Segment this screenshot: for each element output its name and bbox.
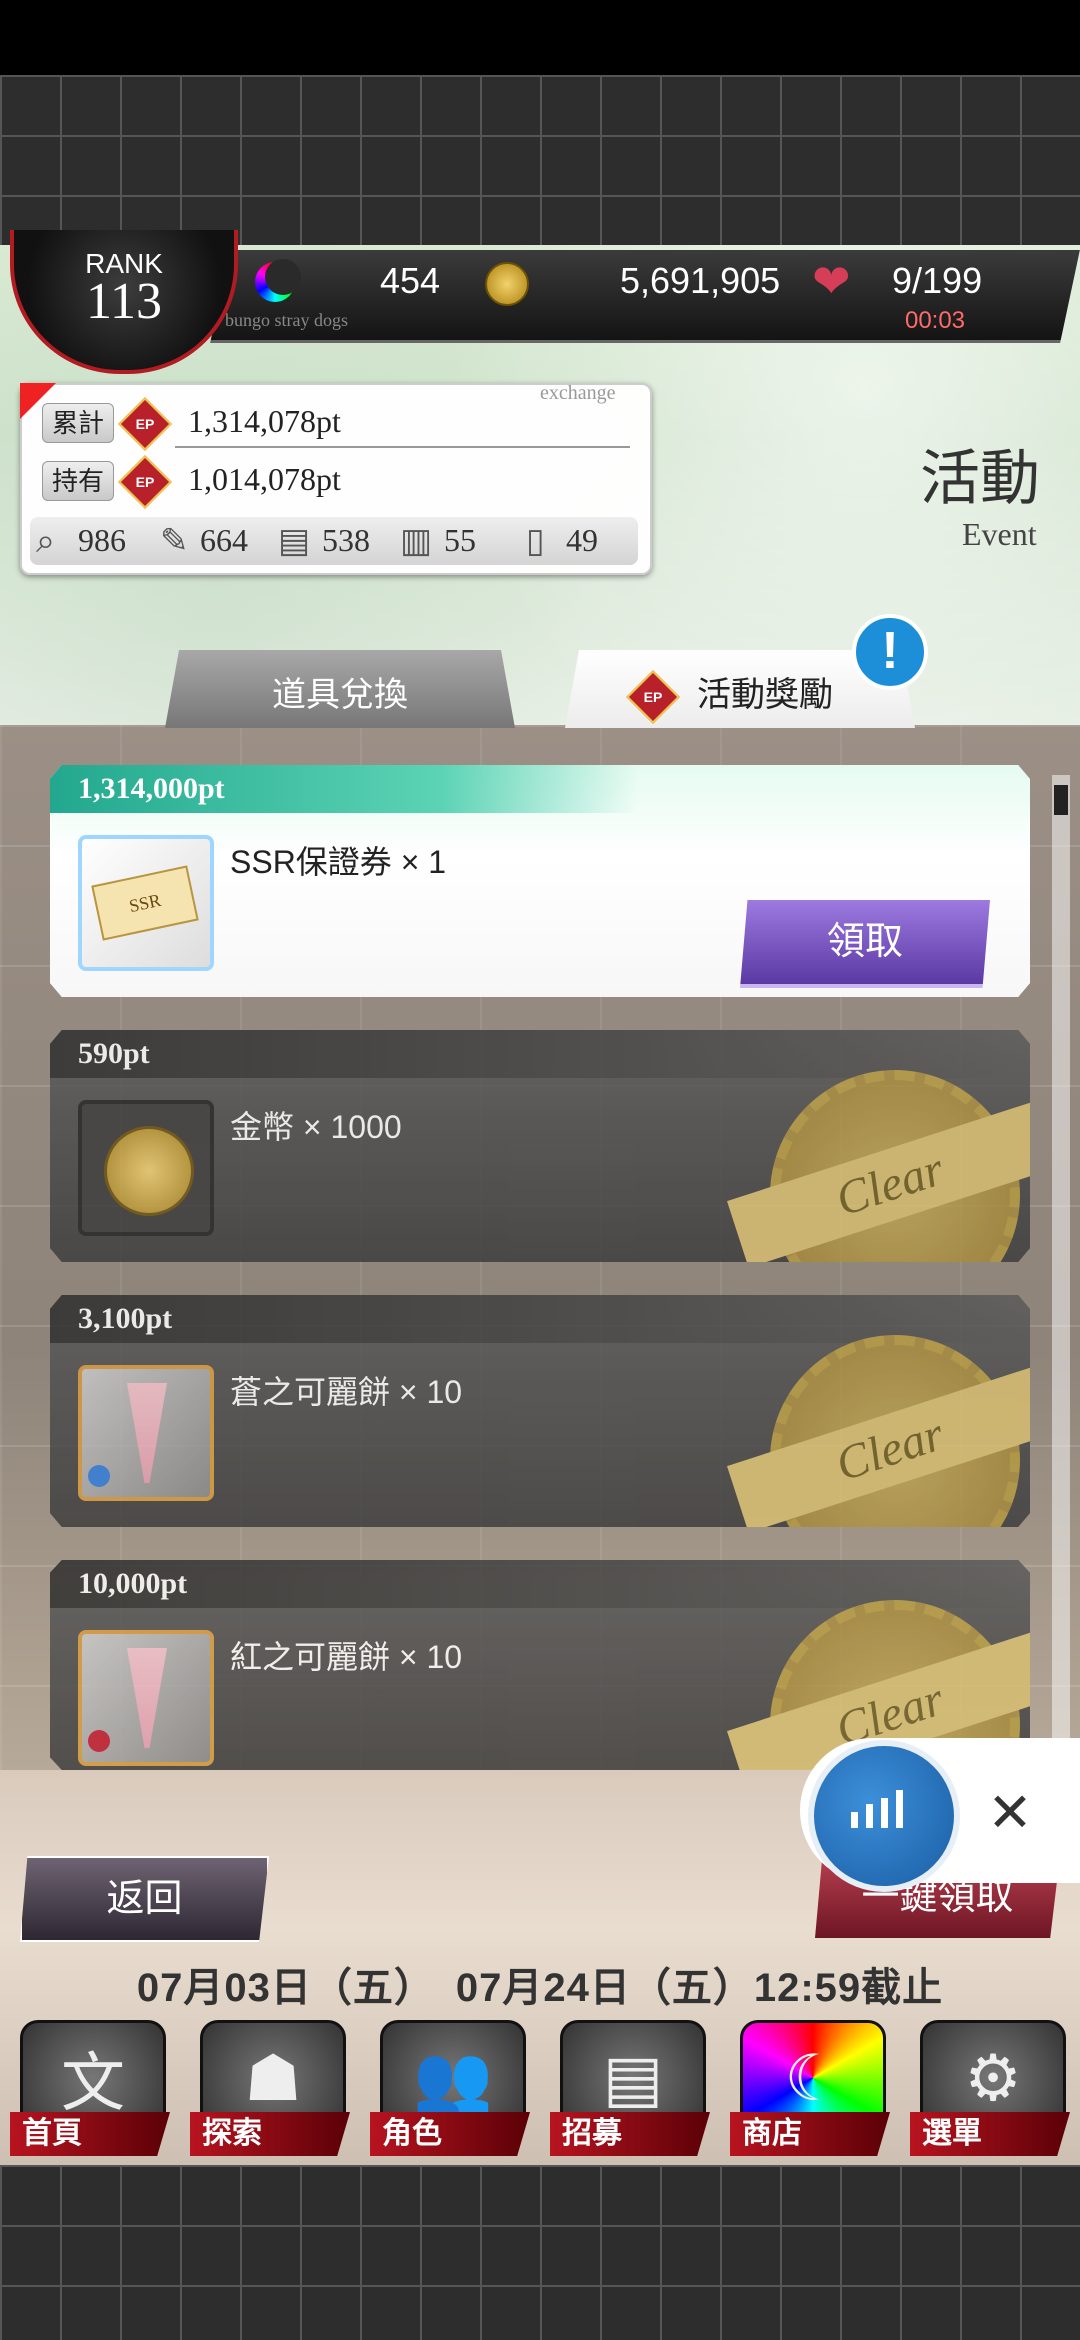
scroll-count: 55	[444, 522, 476, 558]
nav-home-label: 首頁	[10, 2112, 170, 2156]
nav-explore-label: 探索	[190, 2112, 350, 2156]
tab-event-rewards-label: 活動獎勵	[697, 676, 833, 714]
nav-characters[interactable]: 👥 角色	[370, 2020, 530, 2160]
top-grid-background	[0, 75, 1080, 245]
nav-shop[interactable]: ☾ 商店	[730, 2020, 890, 2160]
alert-badge: !	[852, 614, 928, 690]
blue-crepe-icon	[78, 1365, 214, 1501]
magnifier-count: 986	[78, 522, 126, 558]
ssr-ticket-icon: SSR	[78, 835, 214, 971]
held-points-value: 1,014,078pt	[188, 461, 341, 497]
page-title: 活動	[920, 444, 1040, 514]
scroll-icon: ▥	[400, 522, 433, 560]
page-subtitle: Event	[962, 516, 1037, 552]
scrollbar-track[interactable]	[1052, 775, 1070, 1770]
coin-count: 5,691,905	[620, 260, 781, 301]
reward-name: 紅之可麗餅 × 10	[230, 1639, 463, 1675]
stamina-count: 9/199	[892, 260, 983, 301]
reward-name: 蒼之可麗餅 × 10	[230, 1374, 463, 1410]
nav-recruit-label: 招募	[550, 2112, 710, 2156]
red-crepe-icon	[78, 1630, 214, 1766]
nav-explore[interactable]: ☗ 探索	[190, 2020, 350, 2160]
nav-home[interactable]: 文 首頁	[10, 2020, 170, 2160]
tab-items-exchange[interactable]: 道具兌換	[165, 650, 515, 728]
nav-menu-label: 選單	[910, 2112, 1070, 2156]
audio-bars-icon	[851, 1790, 903, 1828]
total-points-value: 1,314,078pt	[188, 403, 341, 439]
reward-card: 1,314,000pt SSR SSR保證券 × 1 領取	[50, 765, 1030, 997]
scrollbar-thumb[interactable]	[1054, 785, 1068, 815]
reward-points: 1,314,000pt	[50, 765, 1030, 813]
exchange-label: exchange	[540, 382, 616, 404]
reward-name: SSR保證券 × 1	[230, 844, 447, 880]
book-icon: ▤	[278, 522, 311, 560]
back-button[interactable]: 返回	[20, 1856, 269, 1942]
gold-coin-icon	[78, 1100, 214, 1236]
moon-gem-count: 454	[380, 260, 441, 301]
nav-characters-label: 角色	[370, 2112, 530, 2156]
brush-icon: ✎	[160, 522, 189, 560]
heart-icon: ❤	[812, 255, 851, 307]
nav-shop-label: 商店	[730, 2112, 890, 2156]
held-points-label: 持有	[42, 461, 114, 501]
reward-card: 3,100pt 蒼之可麗餅 × 10 Clear	[50, 1295, 1030, 1527]
magnifier-icon: ⌕	[36, 522, 56, 560]
total-points-label: 累計	[42, 403, 114, 443]
milk-icon: ▯	[526, 522, 545, 560]
game-subtitle: bungo stray dogs	[225, 310, 348, 330]
milk-count: 49	[566, 522, 598, 558]
bottom-grid-background	[0, 2165, 1080, 2340]
divider	[175, 446, 630, 448]
rank-value: 113	[85, 273, 163, 330]
coin-icon	[485, 262, 529, 306]
status-bar	[0, 0, 1080, 75]
close-icon[interactable]: ✕	[985, 1786, 1035, 1840]
nav-recruit[interactable]: ▤ 招募	[550, 2020, 710, 2160]
brush-count: 664	[200, 522, 248, 558]
reward-card: 590pt 金幣 × 1000 Clear	[50, 1030, 1030, 1262]
claim-button[interactable]: 領取	[740, 900, 990, 988]
event-period: 07月03日（五） 07月24日（五）12:59截止	[136, 1966, 944, 2010]
stamina-timer: 00:03	[904, 307, 966, 334]
moon-gem-icon	[255, 259, 301, 302]
reward-name: 金幣 × 1000	[230, 1109, 402, 1145]
book-count: 538	[322, 522, 370, 558]
nav-menu[interactable]: ⚙ 選單	[910, 2020, 1070, 2160]
